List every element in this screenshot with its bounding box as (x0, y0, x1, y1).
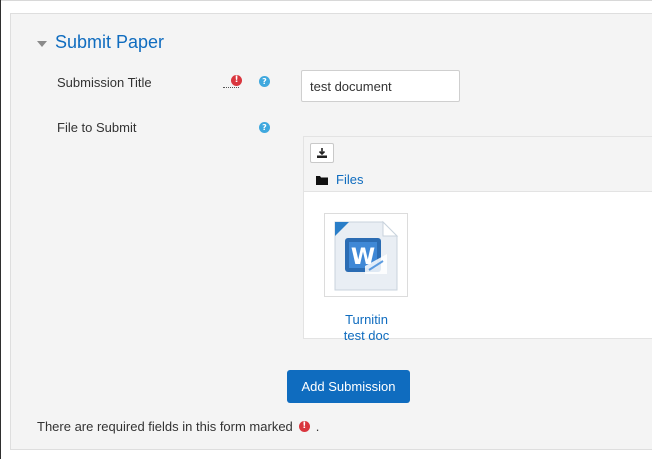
file-name[interactable]: Turnitin test doc (304, 312, 429, 340)
help-icon[interactable]: ? (259, 122, 270, 133)
required-note-period: . (315, 419, 320, 434)
submission-title-input[interactable] (301, 70, 460, 102)
submission-title-label: Submission Title (57, 75, 152, 90)
file-item[interactable]: W (324, 213, 408, 297)
help-icon[interactable]: ? (259, 76, 270, 87)
download-tray-icon (317, 148, 327, 158)
required-icon: ! (231, 75, 242, 86)
file-name-line-1: Turnitin (345, 312, 388, 327)
section-title: Submit Paper (55, 32, 165, 52)
top-divider (0, 0, 652, 1)
upload-button[interactable] (310, 143, 334, 163)
add-submission-button[interactable]: Add Submission (287, 370, 410, 403)
file-name-line-2: test doc (343, 328, 390, 340)
page: Submit Paper Submission Title ! ? File t… (0, 0, 652, 459)
required-note-text: There are required fields in this form m… (37, 419, 293, 434)
word-document-icon: W (334, 220, 399, 291)
file-to-submit-label: File to Submit (57, 120, 137, 135)
section-toggle[interactable]: Submit Paper (37, 32, 164, 53)
caret-down-icon (37, 40, 47, 47)
file-picker-toolbar: Files (304, 137, 652, 192)
breadcrumb: Files (316, 172, 363, 187)
left-divider (0, 0, 1, 459)
required-icon: ! (298, 421, 310, 432)
file-picker: Files W Turnitin test doc (303, 136, 652, 340)
required-underline (223, 87, 239, 88)
breadcrumb-files[interactable]: Files (336, 172, 363, 187)
required-fields-note: There are required fields in this form m… (37, 419, 319, 434)
folder-icon (316, 175, 328, 185)
